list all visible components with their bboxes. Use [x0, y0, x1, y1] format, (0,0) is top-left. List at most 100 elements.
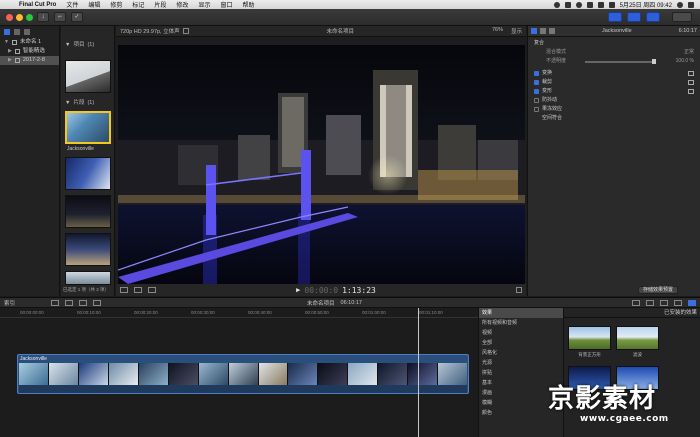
timeline-ruler[interactable]: 00:00:00:00 00:00:10:00 00:00:20:00 00:0…: [0, 308, 478, 318]
import-media-button[interactable]: ↓: [37, 12, 49, 22]
status-timer-icon[interactable]: [575, 1, 582, 8]
stabilization-row[interactable]: 防抖动: [528, 96, 700, 105]
rolling-shutter-row[interactable]: 果冻效应: [528, 105, 700, 114]
libraries-tab-icon[interactable]: [4, 29, 10, 35]
save-effects-preset-button[interactable]: 存储效果预置: [638, 286, 679, 294]
timeline-playhead[interactable]: [418, 308, 419, 437]
rolling-shutter-checkbox[interactable]: [534, 107, 539, 112]
transform-onscreen-icon[interactable]: [688, 71, 694, 76]
effects-category-item[interactable]: 全部: [479, 338, 563, 348]
menu-edit[interactable]: 编辑: [83, 0, 105, 9]
clip-filmstrip-frame[interactable]: [65, 271, 111, 285]
share-button[interactable]: [672, 12, 692, 22]
blend-mode-select[interactable]: 正常: [684, 48, 694, 57]
status-cloud-icon[interactable]: [553, 1, 560, 8]
menu-file[interactable]: 文件: [61, 0, 83, 9]
event-item[interactable]: ▶ 2017-2-8: [0, 56, 59, 65]
background-tasks-button[interactable]: ✓: [71, 12, 83, 22]
stabilization-checkbox[interactable]: [534, 98, 539, 103]
spatial-conform-row[interactable]: 空间符合: [528, 114, 700, 123]
crop-row[interactable]: 裁剪: [528, 78, 700, 87]
menu-window[interactable]: 窗口: [215, 0, 237, 9]
spotlight-search-icon[interactable]: [677, 1, 683, 8]
skimming-icon[interactable]: [632, 299, 640, 306]
window-close-button[interactable]: [6, 14, 13, 21]
timeline-clip[interactable]: Jacksonville: [17, 354, 469, 394]
library-item[interactable]: ▼ 未命名 1: [0, 38, 59, 47]
window-zoom-button[interactable]: [26, 14, 33, 21]
distort-onscreen-icon[interactable]: [688, 89, 694, 94]
connect-clip-icon[interactable]: [51, 299, 60, 306]
opacity-value[interactable]: 100.0 %: [676, 57, 694, 66]
video-inspector-tab-icon[interactable]: [531, 28, 537, 34]
distort-checkbox[interactable]: [534, 89, 539, 94]
effects-category-item[interactable]: 拼贴: [479, 368, 563, 378]
distort-row[interactable]: 变形: [528, 87, 700, 96]
effects-category-item[interactable]: 所有视频和音频: [479, 318, 563, 328]
opacity-slider-handle[interactable]: [652, 58, 657, 64]
disclosure-triangle-icon[interactable]: ▼: [4, 38, 9, 47]
menu-clock[interactable]: 5月25日 周四 09:42: [620, 0, 672, 9]
menu-help[interactable]: 帮助: [237, 0, 259, 9]
menu-modify[interactable]: 修改: [171, 0, 193, 9]
effects-browser-toggle-icon[interactable]: [688, 299, 696, 306]
clip-filmstrip-frame[interactable]: [65, 195, 111, 228]
keyword-editor-button[interactable]: ⌐: [54, 12, 66, 22]
disclosure-triangle-icon[interactable]: ▼: [65, 40, 70, 50]
insert-clip-icon[interactable]: [65, 299, 74, 306]
effects-category-item[interactable]: 风格化: [479, 348, 563, 358]
effects-category-item[interactable]: 视频: [479, 328, 563, 338]
enhance-tool-icon[interactable]: [134, 287, 142, 293]
speed-tool-icon[interactable]: [148, 287, 156, 293]
clip-filmstrip-frame[interactable]: [65, 157, 111, 190]
smart-collections-item[interactable]: ▶ 智能精选: [0, 47, 59, 56]
effect-tile[interactable]: [568, 326, 611, 350]
crop-onscreen-icon[interactable]: [688, 80, 694, 85]
status-battery-icon[interactable]: [608, 1, 615, 8]
video-frame[interactable]: [118, 45, 525, 284]
clip-thumbnail-selected[interactable]: [65, 111, 111, 144]
clips-section-header[interactable]: ▼ 片段 (1): [61, 98, 94, 108]
window-minimize-button[interactable]: [16, 14, 23, 21]
show-browser-button[interactable]: [608, 12, 622, 22]
menu-view[interactable]: 显示: [193, 0, 215, 9]
audio-inspector-tab-icon[interactable]: [540, 28, 546, 34]
play-icon[interactable]: ▶: [296, 286, 300, 294]
timeline-panel[interactable]: 00:00:00:00 00:00:10:00 00:00:20:00 00:0…: [0, 308, 478, 437]
crop-checkbox[interactable]: [534, 80, 539, 85]
append-clip-icon[interactable]: [79, 299, 88, 306]
titles-generators-tab-icon[interactable]: [24, 29, 30, 35]
menu-clip[interactable]: 片段: [149, 0, 171, 9]
solo-icon[interactable]: [660, 299, 668, 306]
show-timeline-button[interactable]: [627, 12, 641, 22]
project-thumbnail[interactable]: [65, 60, 111, 93]
effect-tile[interactable]: [616, 326, 659, 350]
fullscreen-icon[interactable]: [516, 287, 522, 293]
transform-tool-icon[interactable]: [120, 287, 128, 293]
disclosure-triangle-icon[interactable]: ▶: [8, 47, 12, 56]
opacity-slider[interactable]: [585, 58, 657, 64]
projects-section-header[interactable]: ▼ 项目 (1): [61, 40, 114, 50]
menu-trim[interactable]: 修剪: [105, 0, 127, 9]
transform-checkbox[interactable]: [534, 71, 539, 76]
view-options-dropdown[interactable]: 显示: [511, 27, 522, 35]
audio-skimming-icon[interactable]: [646, 299, 654, 306]
menu-app-name[interactable]: Final Cut Pro: [14, 2, 61, 8]
transform-row[interactable]: 变换: [528, 69, 700, 78]
select-tool-icon[interactable]: [93, 299, 102, 306]
effects-category-item[interactable]: 效果: [479, 308, 563, 318]
disclosure-triangle-icon[interactable]: ▶: [8, 56, 12, 65]
photos-audio-tab-icon[interactable]: [14, 29, 20, 35]
status-wifi-icon[interactable]: [586, 1, 593, 8]
effects-category-item[interactable]: 光源: [479, 358, 563, 368]
effects-browser-header[interactable]: 已安装的效果: [564, 308, 700, 318]
status-display-icon[interactable]: [564, 1, 571, 8]
timeline-index-button[interactable]: 索引: [4, 299, 15, 307]
zoom-dropdown[interactable]: 76%: [492, 27, 503, 35]
show-inspector-button[interactable]: [646, 12, 660, 22]
viewer-timecode[interactable]: 1:13:23: [342, 286, 376, 295]
clip-filmstrip-frame[interactable]: [65, 233, 111, 266]
status-volume-icon[interactable]: [597, 1, 604, 8]
disclosure-triangle-icon[interactable]: ▼: [65, 98, 70, 108]
menu-mark[interactable]: 标记: [127, 0, 149, 9]
